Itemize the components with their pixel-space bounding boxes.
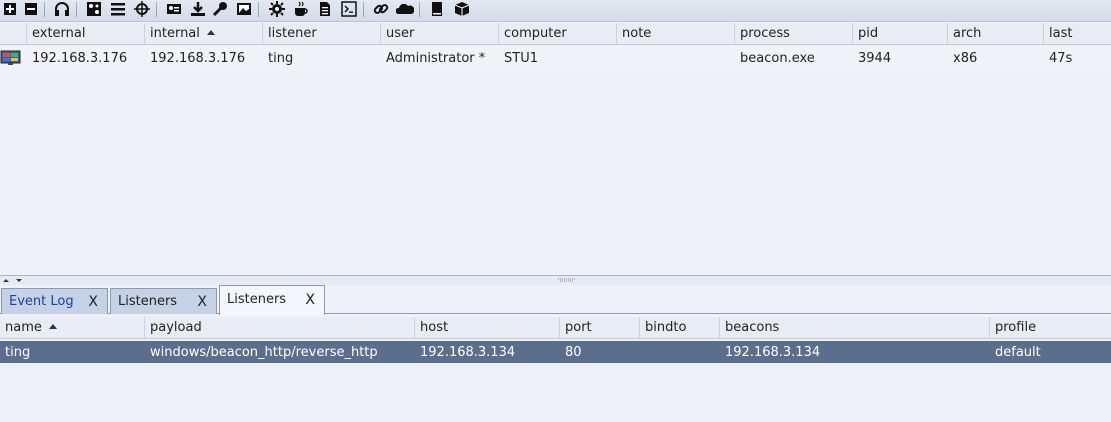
column-header-user[interactable]: user bbox=[381, 23, 499, 45]
tab-close-button[interactable]: X bbox=[305, 286, 315, 314]
column-label: arch bbox=[953, 26, 982, 41]
cell-bindto bbox=[640, 341, 720, 363]
cell-name: ting bbox=[5, 345, 31, 360]
drag-handle-icon[interactable] bbox=[557, 277, 577, 283]
cell-external: 192.168.3.176 bbox=[32, 51, 128, 66]
cell-listener: ting bbox=[268, 51, 294, 66]
column-header-bindto[interactable]: bindto bbox=[640, 317, 720, 339]
collapse-arrows-icon[interactable] bbox=[0, 277, 30, 285]
cell-note bbox=[617, 47, 735, 69]
package-icon[interactable] bbox=[452, 0, 472, 18]
cell-payload: windows/beacon_http/reverse_http bbox=[150, 345, 378, 360]
column-header-external[interactable]: external bbox=[27, 23, 145, 45]
column-label: profile bbox=[995, 320, 1037, 335]
split-pane-divider[interactable] bbox=[0, 275, 1111, 285]
toolbar-separator bbox=[76, 2, 77, 17]
column-header-payload[interactable]: payload bbox=[145, 317, 415, 339]
column-label: external bbox=[32, 26, 86, 41]
listener-table-header: name payload host port bindto beacons pr… bbox=[0, 317, 1111, 339]
screenshots-icon[interactable] bbox=[234, 0, 254, 18]
column-label: computer bbox=[504, 26, 567, 41]
column-label: process bbox=[740, 26, 790, 41]
cell-beacons: 192.168.3.134 bbox=[725, 345, 821, 360]
tab-label: Listeners bbox=[118, 294, 178, 309]
column-label: listener bbox=[268, 26, 317, 41]
column-header-profile[interactable]: profile bbox=[990, 317, 1111, 339]
column-header-pid[interactable]: pid bbox=[853, 23, 948, 45]
tab-listeners-active[interactable]: Listeners X bbox=[219, 285, 325, 315]
toolbar bbox=[0, 0, 1111, 22]
column-header-name[interactable]: name bbox=[0, 317, 145, 339]
column-header-icon[interactable] bbox=[0, 23, 27, 45]
column-header-port[interactable]: port bbox=[560, 317, 640, 339]
tab-label: Listeners bbox=[227, 292, 287, 307]
link-icon[interactable] bbox=[371, 0, 391, 18]
beacon-table-header: external internal listener user computer… bbox=[0, 23, 1111, 45]
cell-pid: 3944 bbox=[858, 51, 892, 66]
pivot-graph-icon[interactable] bbox=[84, 0, 104, 18]
column-label: last bbox=[1049, 26, 1073, 41]
column-header-internal[interactable]: internal bbox=[145, 23, 263, 45]
new-connection-icon[interactable] bbox=[0, 0, 20, 18]
windows-monitor-icon bbox=[0, 47, 27, 69]
manual-book-icon[interactable] bbox=[427, 0, 447, 18]
sort-ascending-icon bbox=[48, 324, 57, 329]
column-label: note bbox=[622, 26, 652, 41]
tab-bar: Event Log X Listeners X Listeners X bbox=[0, 285, 1111, 315]
column-label: bindto bbox=[645, 320, 687, 335]
target-crosshair-icon[interactable] bbox=[132, 0, 152, 18]
column-header-note[interactable]: note bbox=[617, 23, 735, 45]
column-header-host[interactable]: host bbox=[415, 317, 560, 339]
toolbar-separator bbox=[44, 2, 45, 17]
column-label: port bbox=[565, 320, 592, 335]
tab-close-button[interactable]: X bbox=[197, 289, 207, 315]
toolbar-separator bbox=[258, 2, 259, 17]
toolbar-separator bbox=[363, 2, 364, 17]
column-header-beacons[interactable]: beacons bbox=[720, 317, 990, 339]
disconnect-icon[interactable] bbox=[21, 0, 41, 18]
column-label: internal bbox=[150, 26, 200, 41]
column-header-computer[interactable]: computer bbox=[499, 23, 617, 45]
column-label: host bbox=[420, 320, 449, 335]
table-row[interactable]: 192.168.3.176 192.168.3.176 ting Adminis… bbox=[0, 47, 1111, 69]
column-header-arch[interactable]: arch bbox=[948, 23, 1044, 45]
column-label: payload bbox=[150, 320, 202, 335]
table-row-selected[interactable]: ting windows/beacon_http/reverse_http 19… bbox=[0, 341, 1111, 363]
tab-label: Event Log bbox=[9, 294, 74, 309]
column-header-listener[interactable]: listener bbox=[263, 23, 381, 45]
toolbar-separator bbox=[156, 2, 157, 17]
cell-last: 47s bbox=[1049, 51, 1073, 66]
credentials-icon[interactable] bbox=[164, 0, 184, 18]
script-document-icon[interactable] bbox=[315, 0, 335, 18]
column-header-last[interactable]: last bbox=[1044, 23, 1111, 45]
column-label: beacons bbox=[725, 320, 780, 335]
headphones-icon[interactable] bbox=[52, 0, 72, 18]
tab-close-button[interactable]: X bbox=[88, 289, 98, 315]
cell-arch: x86 bbox=[953, 51, 978, 66]
cell-process: beacon.exe bbox=[740, 51, 815, 66]
cloud-icon[interactable] bbox=[395, 0, 415, 18]
cell-computer: STU1 bbox=[504, 51, 538, 66]
cell-port: 80 bbox=[565, 345, 582, 360]
column-header-process[interactable]: process bbox=[735, 23, 853, 45]
console-icon[interactable] bbox=[339, 0, 359, 18]
toolbar-separator bbox=[419, 2, 420, 17]
coffee-icon[interactable] bbox=[291, 0, 311, 18]
cell-profile: default bbox=[995, 345, 1041, 360]
cell-user: Administrator * bbox=[386, 51, 486, 66]
cell-internal: 192.168.3.176 bbox=[150, 51, 246, 66]
column-label: name bbox=[5, 320, 42, 335]
column-label: pid bbox=[858, 26, 879, 41]
column-label: user bbox=[386, 26, 415, 41]
keystrokes-icon[interactable] bbox=[210, 0, 230, 18]
sort-ascending-icon bbox=[206, 30, 215, 35]
tab-event-log[interactable]: Event Log X bbox=[1, 288, 108, 314]
downloads-icon[interactable] bbox=[188, 0, 208, 18]
session-table-icon[interactable] bbox=[108, 0, 128, 18]
settings-gear-icon[interactable] bbox=[267, 0, 287, 18]
cell-host: 192.168.3.134 bbox=[420, 345, 516, 360]
tab-listeners[interactable]: Listeners X bbox=[110, 288, 217, 314]
